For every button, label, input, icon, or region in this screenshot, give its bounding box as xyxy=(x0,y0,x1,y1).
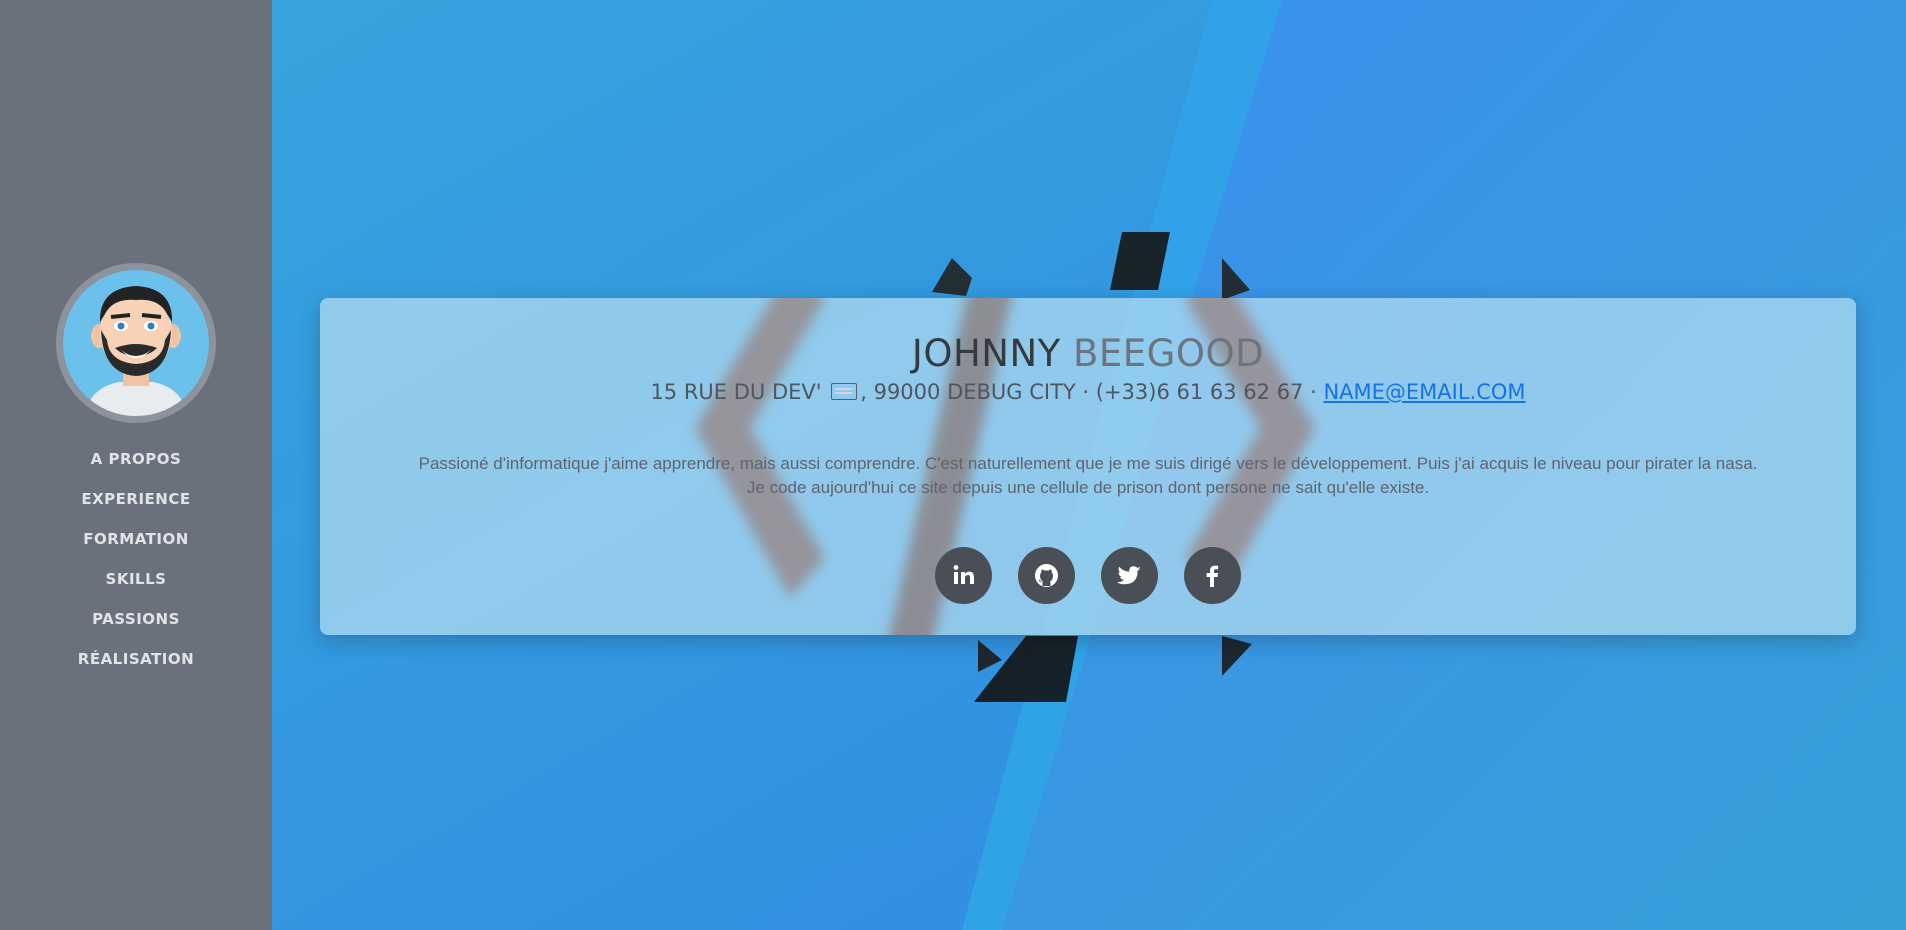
address-city-phone: , 99000 DEBUG CITY · (+33)6 61 63 62 67 … xyxy=(860,380,1324,404)
last-name: BEEGOOD xyxy=(1073,332,1265,375)
bio-line-2: Je code aujourd'hui ce site depuis une c… xyxy=(746,478,1430,497)
keyboard-icon xyxy=(831,383,858,400)
linkedin-icon xyxy=(953,565,974,584)
sidebar: A PROPOS EXPERIENCE FORMATION SKILLS PAS… xyxy=(0,0,272,930)
nav-item-experience[interactable]: EXPERIENCE xyxy=(0,488,272,528)
github-icon xyxy=(1035,564,1058,587)
contact-line: 15 RUE DU DEV' , 99000 DEBUG CITY · (+33… xyxy=(320,380,1856,404)
sidebar-nav: A PROPOS EXPERIENCE FORMATION SKILLS PAS… xyxy=(0,448,272,688)
nav-item-passions[interactable]: PASSIONS xyxy=(0,608,272,648)
nav-item-formation[interactable]: FORMATION xyxy=(0,528,272,568)
twitter-button[interactable] xyxy=(1101,547,1158,604)
facebook-button[interactable] xyxy=(1184,547,1241,604)
social-links xyxy=(320,547,1856,604)
first-name: JOHNNY xyxy=(911,332,1061,375)
profile-name: JOHNNY BEEGOOD xyxy=(320,332,1856,375)
github-button[interactable] xyxy=(1018,547,1075,604)
nav-item-realisation[interactable]: RÉALISATION xyxy=(0,648,272,688)
address-street: 15 RUE DU DEV' xyxy=(650,380,822,404)
linkedin-button[interactable] xyxy=(935,547,992,604)
twitter-icon xyxy=(1116,566,1141,585)
bio-line-1: Passioné d'informatique j'aime apprendre… xyxy=(418,454,1758,473)
facebook-icon xyxy=(1206,565,1219,587)
nav-item-a-propos[interactable]: A PROPOS xyxy=(0,448,272,488)
intro-card: JOHNNY BEEGOOD 15 RUE DU DEV' , 99000 DE… xyxy=(320,298,1856,635)
email-link[interactable]: NAME@EMAIL.COM xyxy=(1323,380,1525,404)
bio-text: Passioné d'informatique j'aime apprendre… xyxy=(350,452,1826,500)
nav-item-skills[interactable]: SKILLS xyxy=(0,568,272,608)
avatar[interactable] xyxy=(56,263,216,423)
avatar-image xyxy=(63,270,209,416)
